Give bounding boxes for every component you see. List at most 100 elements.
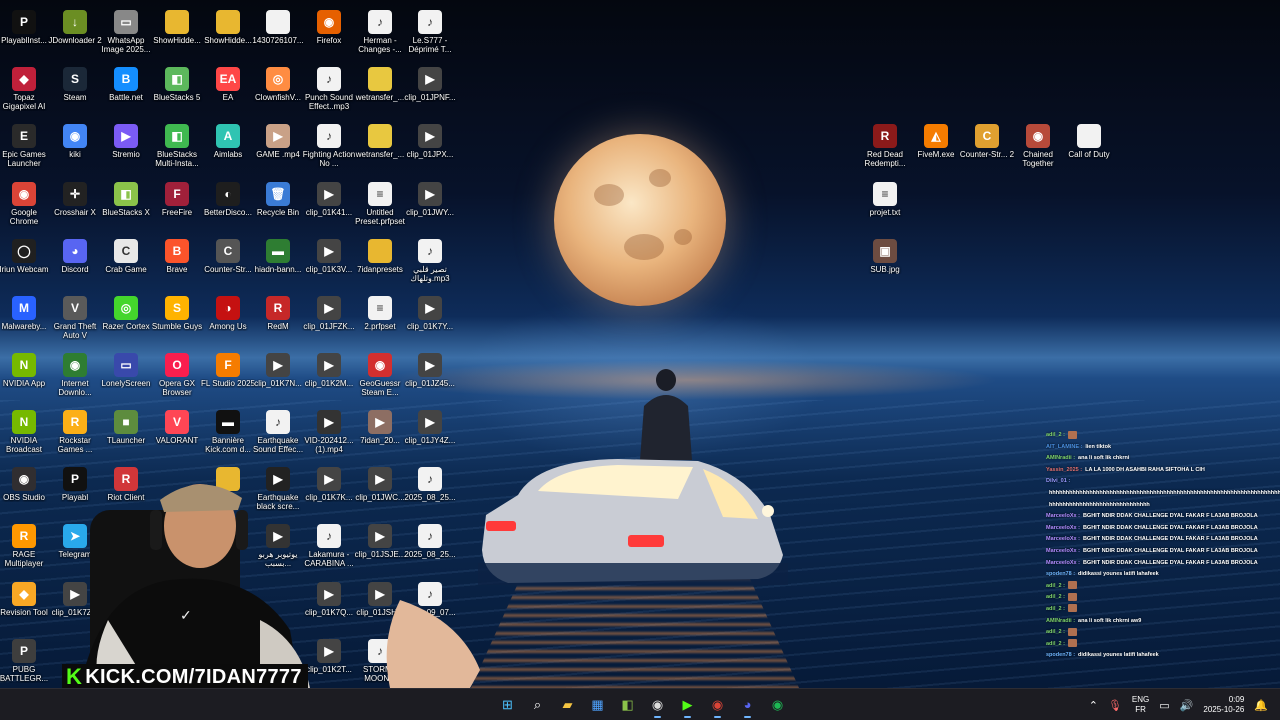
desktop-icon[interactable]: ▬ Bannière Kick.com d... (202, 404, 254, 460)
desktop-icon[interactable]: ◉ Internet Downlo... (49, 347, 101, 403)
search-button[interactable]: ⌕ (525, 692, 550, 717)
desktop-icon[interactable]: ▶ clip_01JWY... (404, 176, 456, 232)
desktop-icon[interactable]: ◉ Google Chrome (0, 176, 50, 232)
desktop-icon[interactable]: M Malwareby... (0, 290, 50, 346)
desktop-icon[interactable]: ◧ BlueStacks Multi-Insta... (151, 118, 203, 174)
desktop-icon[interactable]: Call of Duty (1063, 118, 1115, 174)
desktop-icon[interactable]: ≡ projet.txt (859, 176, 911, 232)
obs-taskbar[interactable]: ◉ (645, 692, 670, 718)
desktop-icon[interactable]: 1430726107... (252, 4, 304, 60)
desktop-icon[interactable]: ◉ Firefox (303, 4, 355, 60)
desktop-icon[interactable]: ◉ GeoGuessr Steam E... (354, 347, 406, 403)
desktop-icon[interactable]: C Counter-Str... 2 (960, 118, 1014, 174)
desktop-icon[interactable]: R RedM (252, 290, 304, 346)
desktop-icon[interactable]: ♪ Le.S777 - Déprimé T... (404, 4, 456, 60)
desktop-icon[interactable]: ▶ clip_01JFZK... (303, 290, 355, 346)
desktop-icon[interactable]: ▶ clip_01JY4Z... (404, 404, 456, 460)
desktop-icon[interactable]: ▶ clip_01K7Y... (404, 290, 456, 346)
desktop-icon[interactable]: S Stumble Guys (151, 290, 203, 346)
desktop-icon[interactable]: ≡ 2.prfpset (354, 290, 406, 346)
desktop-icon[interactable]: wetransfer_... (354, 61, 406, 117)
desktop-icon[interactable]: ◑ Among Us (202, 290, 254, 346)
desktop-icon[interactable]: O Opera GX Browser (151, 347, 203, 403)
speaker-icon[interactable]: 🔊 (1180, 699, 1194, 712)
streamlabs-taskbar[interactable]: ▶ (675, 692, 700, 718)
desktop-icon[interactable]: C Crab Game (100, 233, 152, 289)
desktop-icon[interactable]: ▶ clip_01JZ45... (404, 347, 456, 403)
desktop-icon[interactable]: 7idanpresets (354, 233, 406, 289)
chevron-up-icon[interactable]: ⌃ (1089, 699, 1098, 712)
desktop-icon[interactable]: ♪ Punch Sound Effect..mp3 (303, 61, 355, 117)
network-icon[interactable]: ▭ (1159, 699, 1169, 712)
desktop-icon[interactable]: ♪ Fighting Action No ... (303, 118, 355, 174)
desktop-icon[interactable]: ◧ BlueStacks 5 (151, 61, 203, 117)
desktop-icon[interactable]: R RAGE Multiplayer (0, 518, 50, 574)
file-explorer[interactable]: ▰ (555, 692, 580, 717)
bluestacks-taskbar[interactable]: ◧ (615, 692, 640, 717)
spotify-taskbar[interactable]: ◉ (765, 692, 790, 717)
desktop-icon[interactable]: ShowHidde... (151, 4, 203, 60)
microphone-icon[interactable]: 🎙 (1108, 699, 1122, 712)
desktop-icon[interactable]: ▶ clip_01JPX... (404, 118, 456, 174)
desktop-icon[interactable]: ▶ clip_01K2M... (303, 347, 355, 403)
chrome-taskbar[interactable]: ◉ (705, 692, 730, 718)
language-indicator[interactable]: ENG FR (1132, 695, 1149, 715)
desktop-icon[interactable]: ≡ Untitled Preset.prfpset (354, 176, 406, 232)
discord-taskbar[interactable]: ◕ (735, 692, 760, 718)
desktop-icon[interactable]: ◉ Chained Together (1012, 118, 1064, 174)
desktop-icon[interactable]: ✛ Crosshair X (49, 176, 101, 232)
desktop-icon[interactable]: ▶ VID-202412... (1).mp4 (303, 404, 355, 460)
desktop-icon[interactable]: ShowHidde... (202, 4, 254, 60)
desktop-icon[interactable]: F FL Studio 2025 (201, 347, 255, 403)
desktop-icon[interactable]: B Brave (151, 233, 203, 289)
desktop-icon[interactable]: ◭ FiveM.exe (910, 118, 962, 174)
desktop-icon[interactable]: ◆ Revision Tool (0, 576, 50, 632)
desktop-icon[interactable]: C Counter-Str... (202, 233, 254, 289)
desktop-icon[interactable]: N NVIDIA App (0, 347, 50, 403)
desktop-icon[interactable]: ▬ hiadn-bann... (252, 233, 304, 289)
desktop-icon[interactable]: ▶ Stremio (100, 118, 152, 174)
clock[interactable]: 0:09 2025-10-26 (1203, 695, 1244, 715)
desktop-icon[interactable]: ▶ clip_01K7N... (252, 347, 304, 403)
desktop-icon[interactable]: B Battle.net (100, 61, 152, 117)
desktop-icon[interactable]: ▭ LonelyScreen (100, 347, 152, 403)
desktop-icon[interactable]: S Steam (49, 61, 101, 117)
start-button[interactable]: ⊞ (495, 692, 520, 717)
desktop-icon[interactable]: V Grand Theft Auto V (49, 290, 101, 346)
desktop-icon[interactable]: A Aimlabs (202, 118, 254, 174)
desktop-icon[interactable]: ▭ WhatsApp Image 2025... (100, 4, 152, 60)
desktop-icon[interactable]: ◎ Razer Cortex (100, 290, 152, 346)
desktop-icon[interactable]: N NVIDIA Broadcast (0, 404, 50, 460)
desktop-icon[interactable]: wetransfer_... (354, 118, 406, 174)
desktop-icon[interactable]: R Red Dead Redempti... (859, 118, 911, 174)
desktop-icon[interactable]: ◎ ClownfishV... (252, 61, 304, 117)
microsoft-store[interactable]: ▦ (585, 692, 610, 717)
desktop-icon[interactable]: R Rockstar Games ... (49, 404, 101, 460)
desktop-icon[interactable]: ◯ Iriun Webcam (0, 233, 50, 289)
desktop-icon[interactable]: E Epic Games Launcher (0, 118, 50, 174)
desktop-icon[interactable]: ▶ 7idan_20... (354, 404, 406, 460)
desktop-icon[interactable]: ◐ BetterDisco... (202, 176, 254, 232)
desktop-icon[interactable]: ♪ Earthquake Sound Effec... (252, 404, 304, 460)
desktop-icon[interactable]: ◧ BlueStacks X (100, 176, 152, 232)
desktop-icon[interactable]: P PlayablInst... (0, 4, 50, 60)
desktop-icon[interactable]: ▶ GAME .mp4 (252, 118, 304, 174)
desktop-icon[interactable]: ■ TLauncher (100, 404, 152, 460)
desktop-icon[interactable]: ◉ OBS Studio (0, 461, 50, 517)
desktop-icon[interactable]: V VALORANT (151, 404, 203, 460)
desktop-icon[interactable]: EA EA (202, 61, 254, 117)
desktop-icon[interactable]: ◆ Topaz Gigapixel AI (0, 61, 50, 117)
notification-bell-icon[interactable]: 🔔 (1254, 699, 1268, 712)
desktop-icon[interactable]: ▶ clip_01JPNF... (404, 61, 456, 117)
desktop-icon[interactable]: P PUBG BATTLEGR... (0, 633, 50, 689)
desktop-icon[interactable]: ♪ تصير قلبي وتلهاك.mp3 (404, 233, 456, 289)
desktop-icon[interactable]: ♪ Herman - Changes -... (354, 4, 406, 60)
desktop-icon[interactable]: ▶ clip_01K41... (303, 176, 355, 232)
desktop-icon[interactable]: ↓ JDownloader 2 (48, 4, 102, 60)
desktop-icon[interactable]: ▶ clip_01K3V... (303, 233, 355, 289)
desktop-icon[interactable]: 🗑 Recycle Bin (252, 176, 304, 232)
desktop-icon[interactable]: ▣ SUB.jpg (859, 233, 911, 289)
desktop-icon[interactable]: F FreeFire (151, 176, 203, 232)
desktop-icon[interactable]: ◕ Discord (49, 233, 101, 289)
desktop-icon[interactable]: ◉ kiki (49, 118, 101, 174)
